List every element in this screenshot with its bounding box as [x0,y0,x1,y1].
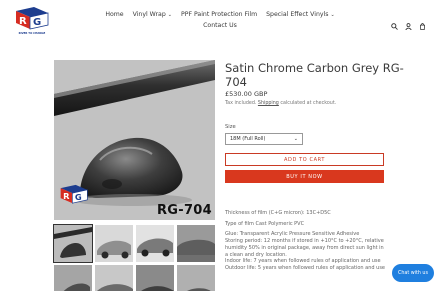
size-select[interactable]: 18M (Full Roll) ⌄ [225,133,303,145]
thumbnail-1[interactable] [53,224,93,263]
nav-special-effect-label: Special Effect Vinyls [266,11,329,18]
main-nav: Home Vinyl Wrap ⌄ PPF Paint Protection Fi… [0,11,440,29]
thumbnail-3[interactable] [136,225,174,262]
desc-line: Indoor life: 7 years when followed rules… [225,258,381,265]
desc-line: Glue: Transparent Acrylic Pressure Sensi… [225,231,360,238]
product-title: Satin Chrome Carbon Grey RG-704 [225,61,404,89]
nav-ppf-label: PPF Paint Protection Film [180,11,258,18]
nav-contact-label: Contact Us [203,22,237,29]
chat-with-us-button[interactable]: Chat with us [392,264,434,282]
cart-icon[interactable] [419,15,426,31]
brand-tagline: RIVER TO CHANGE [18,32,46,35]
tax-suffix: calculated at checkout. [280,101,337,106]
header-icons [391,15,426,31]
nav-vinyl-wrap-label: Vinyl Wrap [132,11,166,18]
user-icon[interactable] [405,15,412,31]
tax-note: Tax included. Shipping calculated at che… [225,101,336,106]
desc-line: humidity 50% in original package, away f… [225,244,384,251]
chevron-down-icon: ⌄ [293,136,298,142]
desc-line: Outdoor life: 5 years when followed rule… [225,264,385,271]
desc-line: Type of film Cast Polymeric PVC [225,220,305,227]
desc-line: a clean and dry location. [225,251,287,258]
svg-text:R: R [63,191,70,201]
nav-special-effect-vinyls[interactable]: Special Effect Vinyls ⌄ [266,11,335,18]
buy-it-now-button[interactable]: BUY IT NOW [225,170,384,183]
thumbnail-6[interactable] [95,265,133,291]
size-label: Size [225,124,236,130]
desc-line: Storing period: 12 months if stored in +… [225,238,384,245]
nav-home[interactable]: Home [105,11,123,18]
thumbnail-4[interactable] [177,225,215,262]
thumbnail-5[interactable] [54,265,92,291]
thumbnail-gallery [53,224,216,291]
search-icon[interactable] [391,15,398,30]
tax-prefix: Tax included. [225,101,257,106]
thumbnail-2[interactable] [95,225,133,262]
nav-ppf[interactable]: PPF Paint Protection Film [181,11,257,18]
chevron-down-icon: ⌄ [167,12,172,18]
desc-line: Thickness of film (C+G micron): 13C+D5C [225,210,331,216]
svg-text:G: G [75,192,82,202]
shipping-link[interactable]: Shipping [258,101,279,106]
product-description: Thickness of film (C+G micron): 13C+D5C … [225,210,395,272]
thumbnail-8[interactable] [177,265,215,291]
rg-logo-watermark-icon: R G [60,184,88,204]
product-main-image[interactable]: R G RG-704 [54,60,215,220]
nav-vinyl-wrap[interactable]: Vinyl Wrap ⌄ [133,11,172,18]
thumbnail-7[interactable] [136,265,174,291]
add-to-cart-button[interactable]: ADD TO CART [225,153,384,166]
product-image-code: RG-704 [156,203,212,218]
nav-contact-us[interactable]: Contact Us [203,22,237,29]
product-price: £530.00 GBP [225,90,268,98]
nav-home-label: Home [105,11,124,18]
chevron-down-icon: ⌄ [330,12,335,18]
size-select-value: 18M (Full Roll) [230,136,266,142]
